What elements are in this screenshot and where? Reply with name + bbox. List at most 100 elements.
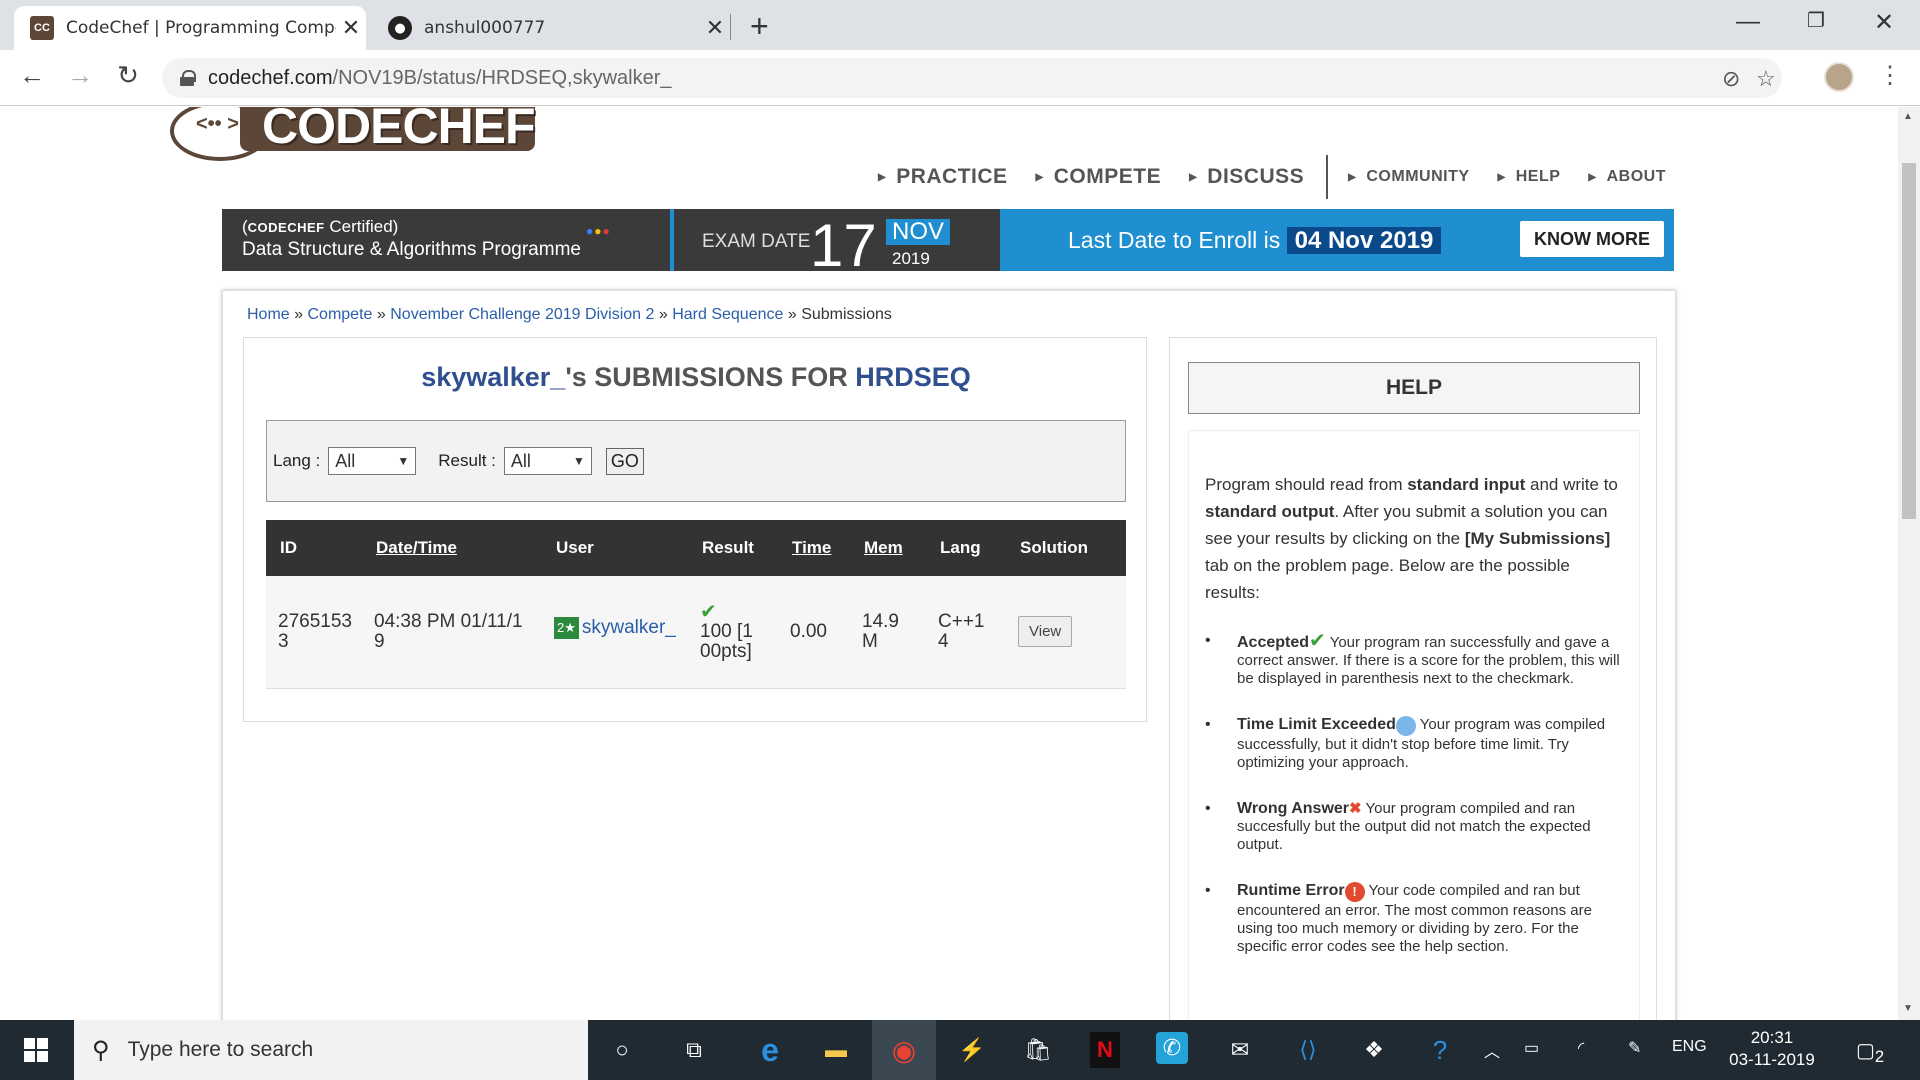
nav-about[interactable]: ▶ ABOUT <box>1588 168 1666 186</box>
title-user[interactable]: skywalker_ <box>421 362 565 392</box>
battery-icon[interactable]: ▭ <box>1524 1038 1539 1058</box>
menu-icon[interactable]: ⋮ <box>1878 58 1902 94</box>
submission-result: 100 [100pts] <box>700 620 753 662</box>
chrome-icon[interactable]: ◉ <box>886 1032 922 1068</box>
list-item: Wrong Answer✖ Your program compiled and … <box>1205 800 1625 854</box>
scroll-up-icon[interactable]: ▲ <box>1903 111 1913 122</box>
banner-program: (CODECHEF Certified) Data Structure & Al… <box>222 209 670 271</box>
cell-datetime: 04:38 PM 01/11/19 <box>362 576 542 689</box>
profile-avatar[interactable] <box>1824 62 1854 92</box>
cortana-icon[interactable]: ○ <box>604 1032 640 1068</box>
tab-github[interactable]: ● anshul000777 ✕ <box>372 6 730 50</box>
task-view-icon[interactable]: ⧉ <box>676 1032 712 1068</box>
bookmark-star-icon[interactable]: ☆ <box>1756 66 1776 92</box>
user-link[interactable]: skywalker_ <box>582 617 676 638</box>
triangle-icon: ▶ <box>878 171 887 183</box>
dropbox-icon[interactable]: ❖ <box>1356 1032 1392 1068</box>
col-time[interactable]: Time <box>778 520 850 576</box>
nav-label: COMMUNITY <box>1366 168 1470 185</box>
banner-program-name: Data Structure & Algorithms Programme <box>242 239 581 260</box>
search-placeholder: Type here to search <box>127 1038 314 1061</box>
chevron-down-icon: ▼ <box>573 454 585 468</box>
breadcrumb-problem[interactable]: Hard Sequence <box>672 306 783 323</box>
submission-datetime: 04:38 PM 01/11/19 <box>374 610 523 652</box>
minimize-icon[interactable]: — <box>1728 8 1768 36</box>
chevron-up-icon[interactable]: ︿ <box>1484 1038 1500 1062</box>
submissions-table: ID Date/Time User Result Time Mem Lang S… <box>266 520 1126 689</box>
cell-lang: C++14 <box>926 576 1006 689</box>
lock-icon[interactable] <box>180 70 196 86</box>
address-bar[interactable]: codechef.com/NOV19B/status/HRDSEQ,skywal… <box>162 58 1782 98</box>
close-icon[interactable]: ✕ <box>700 16 730 41</box>
breadcrumb-compete[interactable]: Compete <box>308 306 373 323</box>
back-icon[interactable]: ← <box>14 60 50 91</box>
wifi-icon[interactable]: ◜ <box>1578 1038 1584 1058</box>
cell-solution: View <box>1006 576 1126 689</box>
edge-icon[interactable]: e <box>752 1032 788 1068</box>
breadcrumb-sep: » <box>294 306 304 323</box>
cell-result: ✔ 100 [100pts] <box>688 576 778 689</box>
window-close-icon[interactable]: ✕ <box>1864 8 1904 37</box>
input-language[interactable]: ENG <box>1672 1038 1707 1056</box>
reload-icon[interactable]: ↻ <box>110 60 146 91</box>
col-lang: Lang <box>926 520 1006 576</box>
scroll-thumb[interactable] <box>1902 163 1916 519</box>
breadcrumb-sep: » <box>658 306 668 323</box>
breadcrumb-home[interactable]: Home <box>247 306 290 323</box>
codechef-icon: CC <box>30 16 54 40</box>
store-icon[interactable]: 🛍 <box>1020 1032 1056 1068</box>
codechef-logo[interactable]: <•• > CODECHEF <box>170 107 536 173</box>
close-icon[interactable]: ✕ <box>336 16 366 41</box>
forward-icon[interactable]: → <box>62 60 98 91</box>
tab-codechef[interactable]: CC CodeChef | Programming Compe ✕ <box>14 6 366 50</box>
nav-help[interactable]: ▶ HELP <box>1498 168 1561 186</box>
scroll-down-icon[interactable]: ▼ <box>1903 1003 1913 1014</box>
nav-practice[interactable]: ▶ PRACTICE <box>878 165 1008 189</box>
url-host: codechef.com <box>208 66 333 89</box>
title-problem[interactable]: HRDSEQ <box>855 362 971 392</box>
cell-mem: 14.9M <box>850 576 926 689</box>
nav-compete[interactable]: ▶ COMPETE <box>1036 165 1162 189</box>
whatsapp-icon[interactable]: ✆ <box>1156 1032 1188 1064</box>
app-lightning-icon[interactable]: ⚡ <box>954 1032 990 1068</box>
cross-icon: ✖ <box>1349 800 1362 817</box>
lang-select[interactable]: All ▼ <box>328 447 417 475</box>
table-header: ID Date/Time User Result Time Mem Lang S… <box>266 520 1126 576</box>
new-tab-icon[interactable]: + <box>750 6 769 46</box>
notification-icon[interactable]: ▢2 <box>1856 1038 1884 1067</box>
breadcrumb: Home » Compete » November Challenge 2019… <box>247 306 892 324</box>
url-path: /NOV19B/status/HRDSEQ,skywalker_ <box>332 66 672 89</box>
breadcrumb-current: Submissions <box>801 306 892 323</box>
certification-banner[interactable]: (CODECHEF Certified) Data Structure & Al… <box>222 209 1674 271</box>
translate-blocked-icon[interactable]: ⊘ <box>1722 66 1740 92</box>
go-button[interactable]: GO <box>605 447 644 475</box>
notification-count: 2 <box>1874 1047 1885 1066</box>
breadcrumb-contest[interactable]: November Challenge 2019 Division 2 <box>390 306 654 323</box>
page-scrollbar[interactable]: ▲ ▼ <box>1898 107 1920 1020</box>
restore-icon[interactable]: ❐ <box>1796 8 1836 33</box>
mail-icon[interactable]: ✉ <box>1222 1032 1258 1068</box>
result-term: Wrong Answer <box>1237 800 1350 817</box>
nav-discuss[interactable]: ▶ DISCUSS <box>1189 165 1304 189</box>
netflix-icon[interactable]: N <box>1090 1032 1120 1068</box>
taskbar-clock[interactable]: 20:31 03-11-2019 <box>1722 1027 1822 1071</box>
nav-community[interactable]: ▶ COMMUNITY <box>1348 168 1469 186</box>
help-icon[interactable]: ? <box>1422 1032 1458 1068</box>
intro-text: tab on the problem page. Below are the p… <box>1205 556 1570 602</box>
taskbar-search-input[interactable]: ⚲ Type here to search <box>74 1020 588 1080</box>
pen-icon[interactable]: ✎ <box>1628 1038 1641 1058</box>
col-datetime[interactable]: Date/Time <box>362 520 542 576</box>
know-more-button[interactable]: KNOW MORE <box>1520 221 1664 257</box>
url-text[interactable]: codechef.com/NOV19B/status/HRDSEQ,skywal… <box>208 67 672 90</box>
nav-divider <box>1326 155 1329 199</box>
cell-id: 27651533 <box>266 576 362 689</box>
windows-start-icon[interactable] <box>0 1020 70 1080</box>
vscode-icon[interactable]: ⟨⟩ <box>1290 1032 1326 1068</box>
nav-label: HELP <box>1515 168 1561 185</box>
view-solution-button[interactable]: View <box>1018 616 1073 648</box>
lang-label: Lang : <box>273 451 321 470</box>
result-select[interactable]: All ▼ <box>503 447 592 475</box>
help-body: Program should read from standard input … <box>1188 430 1640 1020</box>
col-mem[interactable]: Mem <box>850 520 926 576</box>
file-explorer-icon[interactable]: ▬ <box>818 1032 854 1068</box>
